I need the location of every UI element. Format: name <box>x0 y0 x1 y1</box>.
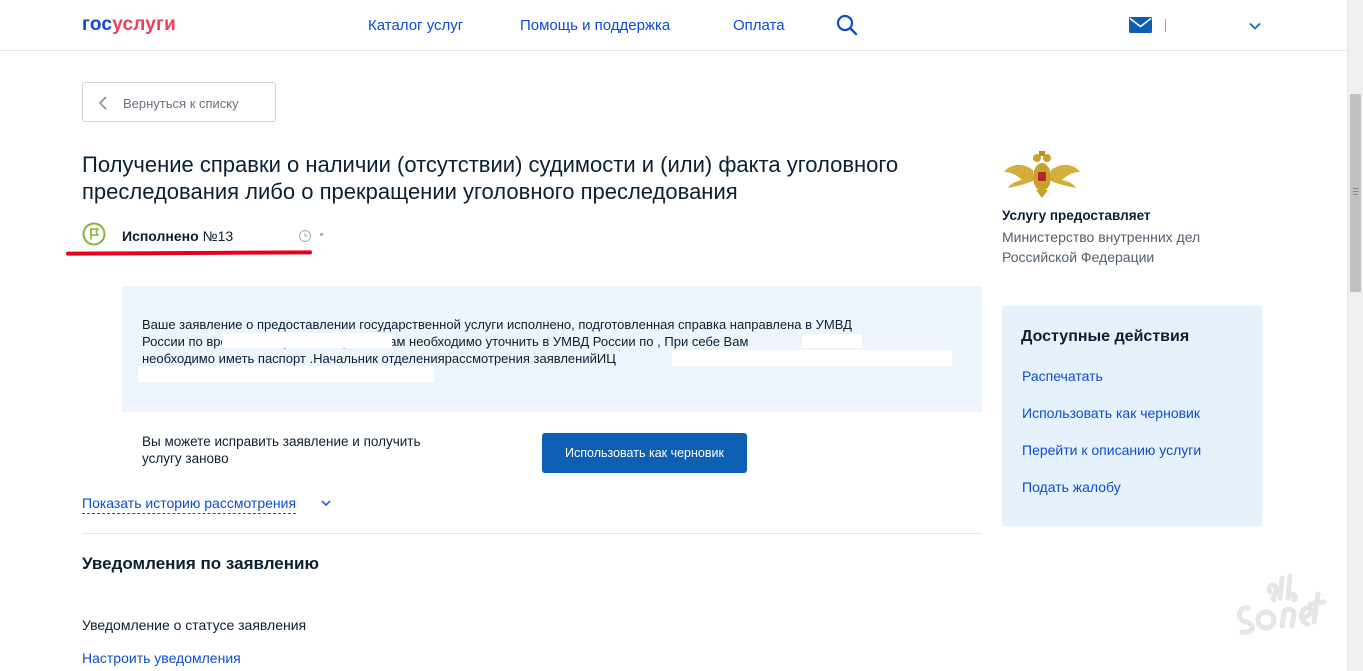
print-action-link[interactable]: Распечатать <box>1022 368 1103 384</box>
scrollbar-grip <box>1353 191 1358 192</box>
configure-notifications-link[interactable]: Настроить уведомления <box>82 650 241 666</box>
gosuslugi-logo[interactable]: госуслуги <box>82 14 176 36</box>
flag-icon <box>82 222 106 246</box>
redaction-mark <box>672 350 952 366</box>
nav-payment[interactable]: Оплата <box>733 17 785 34</box>
use-draft-action-link[interactable]: Использовать как черновик <box>1022 405 1200 421</box>
back-button-label: Вернуться к списку <box>123 96 239 111</box>
scrollbar-grip <box>1353 194 1358 195</box>
emblem-icon <box>1004 151 1080 198</box>
notifications-heading: Уведомления по заявлению <box>82 554 319 573</box>
scrollbar-thumb[interactable] <box>1350 94 1361 292</box>
chevron-down-icon[interactable] <box>1248 19 1262 33</box>
watermark-logo <box>1237 573 1327 635</box>
application-number: №13 <box>202 228 234 244</box>
mail-icon[interactable] <box>1129 17 1152 33</box>
header: госуслуги Каталог услуг Помощь и поддерж… <box>0 0 1347 51</box>
vertical-scrollbar[interactable] <box>1347 0 1363 671</box>
red-highlight-underline <box>65 250 313 256</box>
header-separator <box>1165 19 1166 32</box>
status-message-line: Ваше заявление о предоставлении государс… <box>142 317 852 332</box>
chevron-left-icon <box>98 96 107 110</box>
draft-hint-text: Вы можете исправить заявление и получить… <box>142 434 421 466</box>
logo-part-gos: гос <box>82 14 113 35</box>
nav-catalog[interactable]: Каталог услуг <box>368 17 463 34</box>
redaction-mark <box>138 366 434 382</box>
redaction-mark <box>802 334 862 348</box>
section-divider <box>82 533 982 534</box>
provider-label: Услугу предоставляет <box>1002 208 1151 223</box>
clock-icon <box>298 229 312 243</box>
redaction-mark <box>222 333 392 348</box>
status-date-mark <box>320 233 323 236</box>
show-history-link[interactable]: Показать историю рассмотрения <box>82 495 297 514</box>
status-info-box: Ваше заявление о предоставлении государс… <box>122 286 982 412</box>
status-label: Исполнено №13 <box>122 228 233 244</box>
page-title: Получение справки о наличии (отсутствии)… <box>82 152 899 204</box>
file-complaint-link[interactable]: Подать жалобу <box>1022 479 1121 495</box>
nav-help[interactable]: Помощь и поддержка <box>520 17 670 34</box>
notification-status-label: Уведомление о статусе заявления <box>82 617 307 633</box>
scrollbar-grip <box>1353 188 1358 189</box>
provider-name: Министерство внутренних дел Российской Ф… <box>1002 229 1201 265</box>
search-icon[interactable] <box>836 14 858 36</box>
actions-title: Доступные действия <box>1021 328 1190 345</box>
status-value: Исполнено <box>122 228 199 244</box>
use-as-draft-button[interactable]: Использовать как черновик <box>542 433 747 473</box>
chevron-down-icon[interactable] <box>320 498 332 508</box>
available-actions-panel: Доступные действия Распечатать Использов… <box>1002 306 1262 526</box>
logo-part-uslugi: услуги <box>112 14 177 35</box>
service-description-link[interactable]: Перейти к описанию услуги <box>1022 442 1201 458</box>
back-to-list-button[interactable]: Вернуться к списку <box>82 82 276 122</box>
